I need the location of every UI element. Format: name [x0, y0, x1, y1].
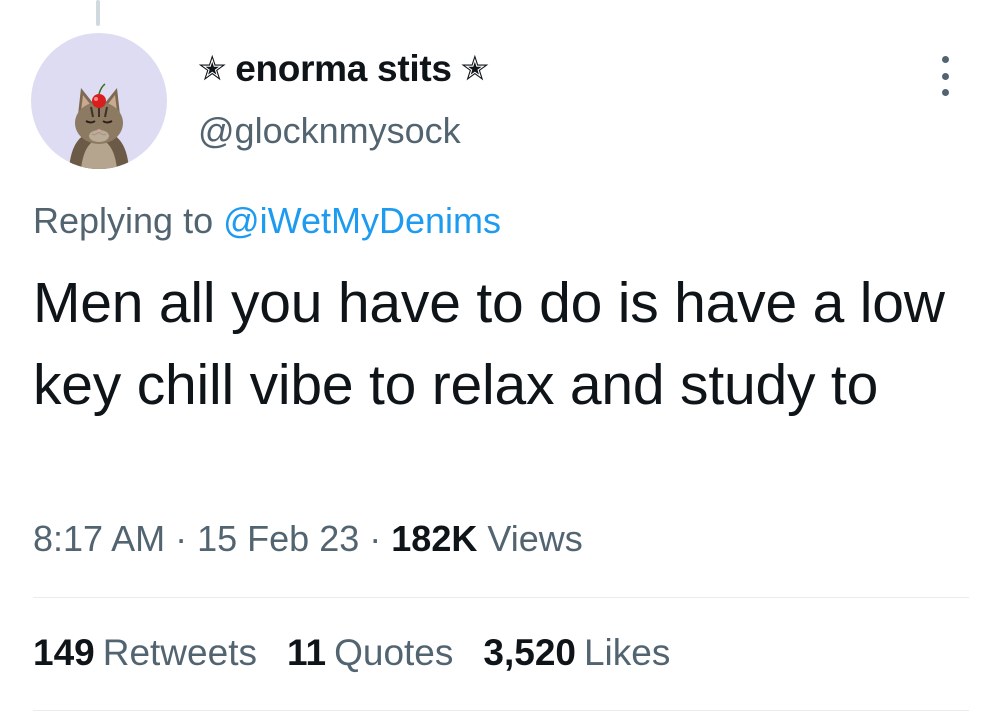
author-handle[interactable]: @glocknmysock	[198, 110, 461, 152]
star-icon: ✭	[198, 50, 227, 88]
views-count: 182K	[391, 518, 478, 559]
more-dot	[941, 72, 949, 80]
replying-to-label: Replying to	[33, 200, 214, 241]
star-icon: ✭	[460, 50, 490, 88]
avatar[interactable]	[31, 33, 167, 169]
likes-stat[interactable]: 3,520 Likes	[483, 632, 670, 674]
quotes-stat[interactable]: 11 Quotes	[287, 632, 453, 674]
reply-mention-link[interactable]: @iWetMyDenims	[223, 200, 501, 241]
views-label: Views	[487, 518, 583, 559]
tweet-date[interactable]: 15 Feb 23	[197, 518, 359, 559]
tweet-meta: 8:17 AM · 15 Feb 23 · 182K Views	[33, 518, 583, 560]
more-dot	[941, 56, 949, 63]
tweet-text: Men all you have to do is have a low key…	[33, 271, 945, 417]
divider	[33, 710, 969, 711]
author-name-row[interactable]: ✭ enorma stits ✭	[198, 48, 489, 90]
replying-to: Replying to @iWetMyDenims	[33, 200, 501, 242]
display-name[interactable]: enorma stits	[235, 48, 452, 90]
retweets-stat[interactable]: 149 Retweets	[33, 632, 257, 674]
tweet-time[interactable]: 8:17 AM	[33, 518, 165, 559]
meta-separator: ·	[175, 518, 188, 559]
meta-separator: ·	[369, 518, 382, 559]
more-dot	[941, 89, 949, 96]
more-options-icon[interactable]	[930, 56, 960, 96]
cat-avatar-icon	[69, 83, 129, 169]
engagement-stats: 149 Retweets 11 Quotes 3,520 Likes	[33, 632, 670, 674]
thread-connector-line	[96, 0, 100, 26]
divider	[33, 597, 969, 598]
